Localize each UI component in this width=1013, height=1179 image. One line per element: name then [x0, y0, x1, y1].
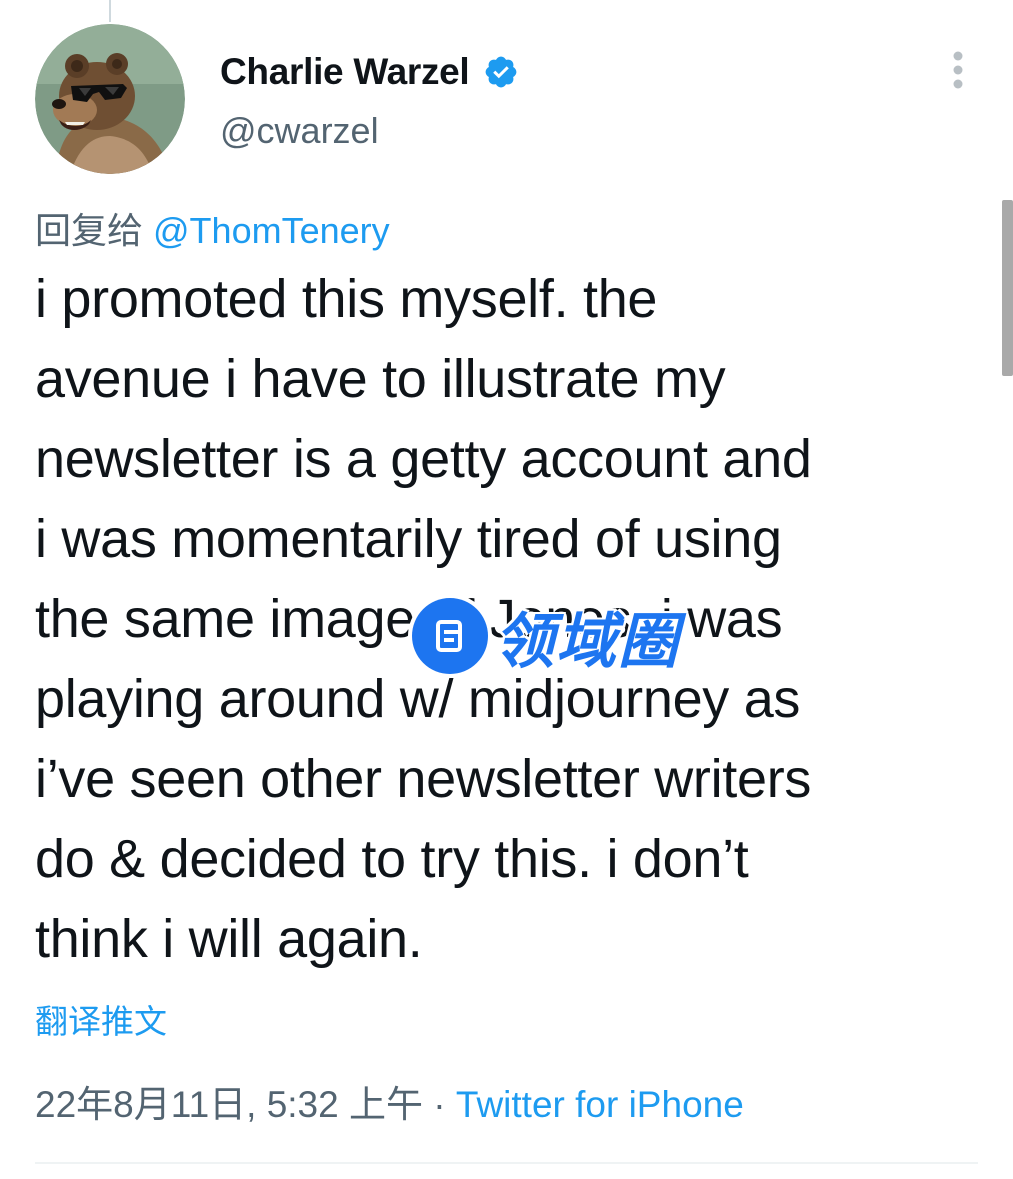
translate-tweet-link[interactable]: 翻译推文 — [35, 995, 167, 1043]
tweet-timestamp[interactable]: 22年8月11日, 5:32 上午 — [35, 1084, 423, 1125]
author-name[interactable]: Charlie Warzel — [220, 51, 470, 93]
tweet-line: avenue i have to illustrate my — [35, 349, 726, 409]
reply-mention-link[interactable]: @ThomTenery — [153, 210, 390, 251]
watermark-badge — [412, 598, 488, 674]
tweet-line: i’ve seen other newsletter writers — [35, 749, 812, 809]
author-name-row[interactable]: Charlie Warzel — [220, 48, 519, 96]
tweet-line: think i will again. — [35, 909, 423, 969]
avatar[interactable] — [35, 24, 185, 174]
tweet-line: playing around w/ midjourney as — [35, 669, 801, 729]
more-vertical-icon[interactable] — [948, 50, 968, 90]
thread-connector-line — [109, 0, 111, 22]
author-handle[interactable]: @cwarzel — [220, 110, 379, 152]
replying-to-line: 回复给 @ThomTenery — [35, 207, 390, 255]
document-icon — [436, 620, 462, 652]
divider — [35, 1162, 978, 1164]
watermark: 领域圈 — [412, 598, 680, 675]
scrollbar-thumb[interactable] — [1002, 200, 1013, 376]
tweet-line: i was momentarily tired of using — [35, 509, 782, 569]
reply-prefix: 回复给 — [35, 210, 144, 251]
tweet-meta: 22年8月11日, 5:32 上午 · Twitter for iPhone — [35, 1080, 744, 1130]
tweet-line: do & decided to try this. i don’t — [35, 829, 749, 889]
bear-with-sunglasses-avatar-icon — [35, 24, 185, 174]
watermark-text: 领域圈 — [494, 607, 680, 675]
tweet-source-link[interactable]: Twitter for iPhone — [456, 1084, 744, 1125]
meta-separator: · — [423, 1084, 456, 1125]
tweet-line: i promoted this myself. the — [35, 269, 658, 329]
tweet-line: newsletter is a getty account and — [35, 429, 812, 489]
verified-badge-icon — [486, 56, 517, 88]
